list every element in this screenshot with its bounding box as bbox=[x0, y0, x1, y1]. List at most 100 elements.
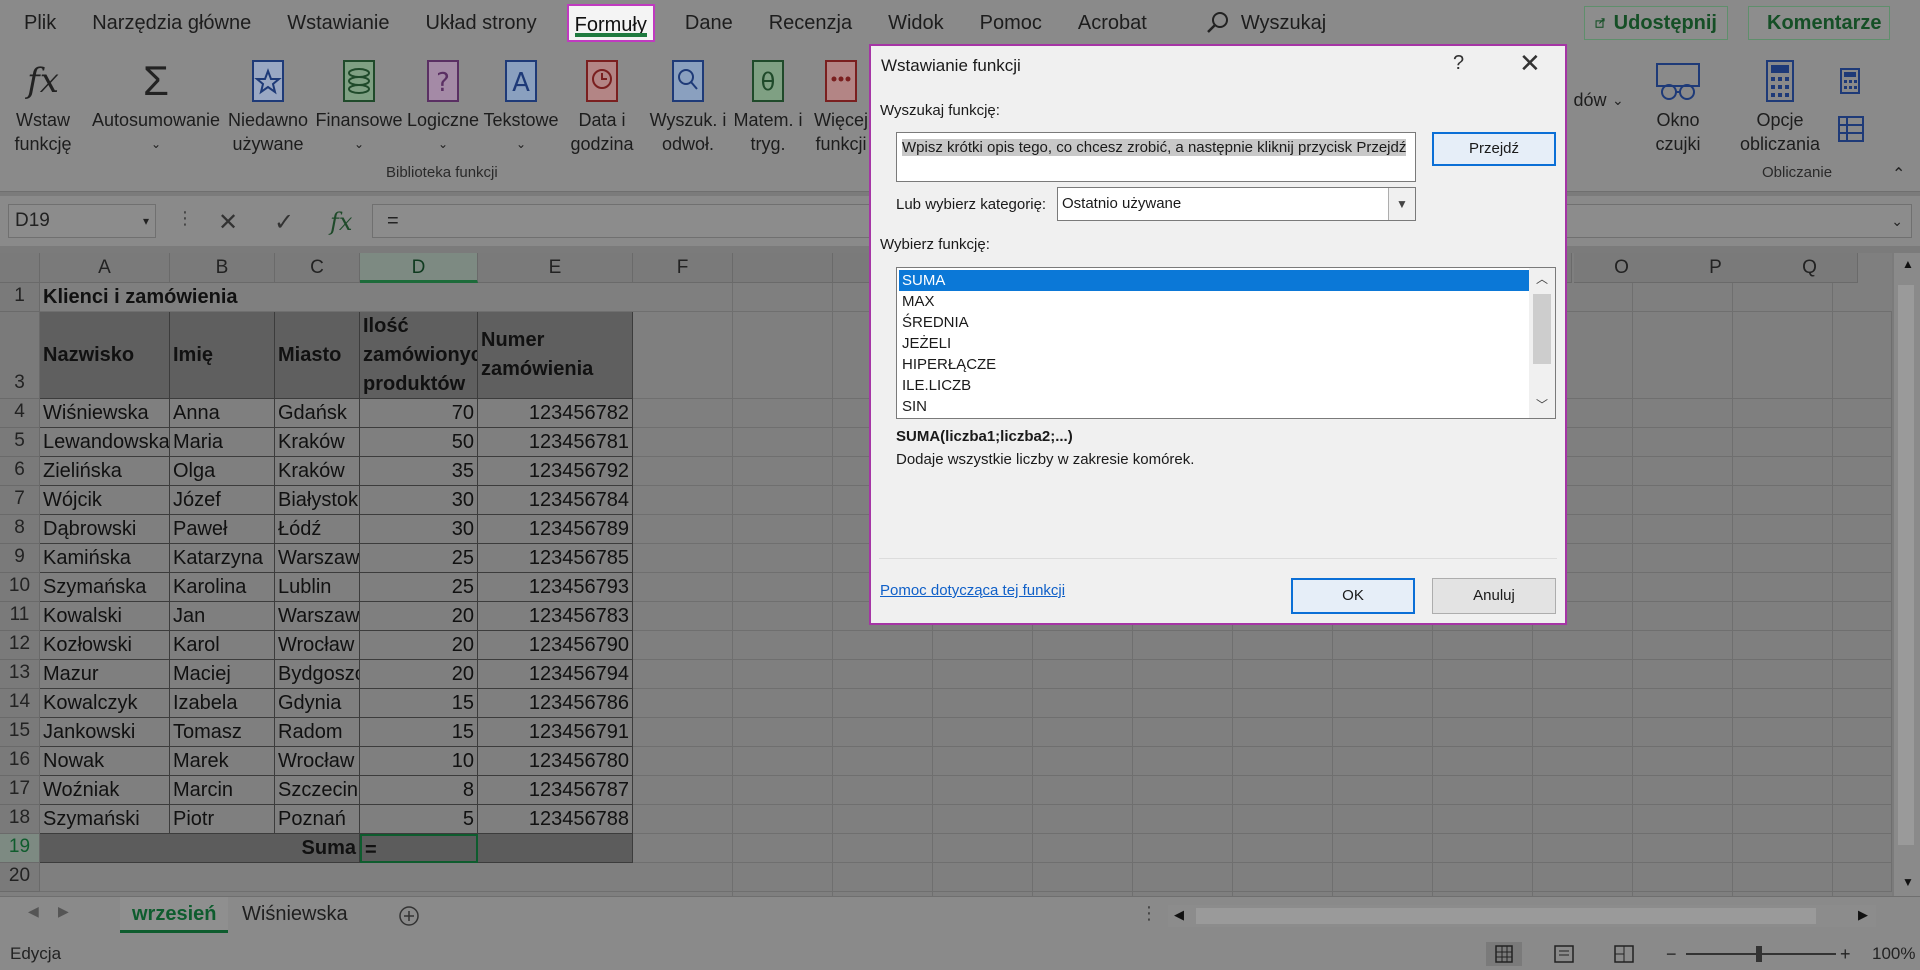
row-header[interactable]: 11 bbox=[0, 602, 40, 631]
lookup-button[interactable]: Wyszuk. i odwoł. bbox=[648, 54, 728, 156]
row-header[interactable]: 12 bbox=[0, 631, 40, 660]
share-button[interactable]: Udostępnij bbox=[1584, 6, 1728, 40]
table-cell[interactable]: 123456794 bbox=[478, 660, 633, 689]
column-header-e[interactable]: E bbox=[478, 253, 633, 283]
function-item-sin[interactable]: SIN bbox=[899, 396, 1529, 417]
name-box[interactable]: D19 ▾ bbox=[8, 204, 156, 238]
table-cell[interactable]: Karol bbox=[170, 631, 275, 660]
enter-entry-icon[interactable]: ✓ bbox=[274, 208, 294, 237]
table-cell[interactable]: Bydgoszcz bbox=[275, 660, 360, 689]
table-cell[interactable]: Warszawa bbox=[275, 602, 360, 631]
cancel-button[interactable]: Anuluj bbox=[1432, 578, 1556, 614]
table-header-cell[interactable]: Ilość zamówionych produktów bbox=[360, 312, 478, 399]
table-cell[interactable]: Piotr bbox=[170, 805, 275, 834]
cancel-entry-icon[interactable]: ✕ bbox=[218, 208, 238, 237]
zoom-level[interactable]: 100% bbox=[1872, 938, 1915, 970]
row-header[interactable]: 17 bbox=[0, 776, 40, 805]
sum-empty-cell[interactable] bbox=[478, 834, 633, 863]
table-cell[interactable]: 30 bbox=[360, 486, 478, 515]
table-cell[interactable]: 123456782 bbox=[478, 399, 633, 428]
sheet-tab-wisniewska[interactable]: Wiśniewska bbox=[230, 897, 360, 933]
watch-window-button[interactable]: Okno czujki bbox=[1650, 54, 1706, 156]
sum-label-cell[interactable]: Suma bbox=[40, 834, 360, 863]
help-icon[interactable]: ? bbox=[1453, 52, 1464, 75]
sheet-tab-wrzesien[interactable]: wrzesień bbox=[120, 897, 229, 933]
table-cell[interactable]: Łódź bbox=[275, 515, 360, 544]
table-cell[interactable]: Warszawa bbox=[275, 544, 360, 573]
menu-formuly[interactable]: Formuły bbox=[566, 4, 655, 42]
tab-next-icon[interactable]: ▶ bbox=[58, 903, 69, 920]
table-cell[interactable]: Maria bbox=[170, 428, 275, 457]
row-header[interactable]: 10 bbox=[0, 573, 40, 602]
row-header[interactable]: 14 bbox=[0, 689, 40, 718]
table-cell[interactable]: Lublin bbox=[275, 573, 360, 602]
comments-button[interactable]: Komentarze bbox=[1748, 6, 1890, 40]
table-cell[interactable]: Mazur bbox=[40, 660, 170, 689]
row-header[interactable]: 9 bbox=[0, 544, 40, 573]
scroll-up-icon[interactable]: ▲ bbox=[1902, 257, 1914, 271]
table-cell[interactable]: Szymańska bbox=[40, 573, 170, 602]
table-cell[interactable]: Nowak bbox=[40, 747, 170, 776]
table-cell[interactable]: 15 bbox=[360, 689, 478, 718]
empty-cell[interactable] bbox=[633, 834, 1892, 863]
table-cell[interactable]: Poznań bbox=[275, 805, 360, 834]
table-cell[interactable]: 123456789 bbox=[478, 515, 633, 544]
go-button[interactable]: Przejdź bbox=[1432, 132, 1556, 166]
row-header[interactable]: 15 bbox=[0, 718, 40, 747]
chevron-up-icon[interactable]: ︿ bbox=[1536, 270, 1548, 287]
table-cell[interactable]: Kraków bbox=[275, 457, 360, 486]
empty-cell[interactable] bbox=[40, 863, 1892, 892]
math-button[interactable]: θ Matem. i tryg. bbox=[730, 54, 806, 156]
table-cell[interactable]: Karolina bbox=[170, 573, 275, 602]
table-cell[interactable]: 10 bbox=[360, 747, 478, 776]
table-cell[interactable]: 123456781 bbox=[478, 428, 633, 457]
row-header[interactable]: 16 bbox=[0, 747, 40, 776]
table-cell[interactable]: Maciej bbox=[170, 660, 275, 689]
menu-acrobat[interactable]: Acrobat bbox=[1060, 4, 1165, 42]
horizontal-scroll-thumb[interactable] bbox=[1196, 908, 1816, 924]
table-cell[interactable]: 25 bbox=[360, 544, 478, 573]
table-cell[interactable]: Paweł bbox=[170, 515, 275, 544]
table-cell[interactable]: Anna bbox=[170, 399, 275, 428]
column-header-b[interactable]: B bbox=[170, 253, 275, 283]
chevron-down-icon[interactable]: ▼ bbox=[1388, 188, 1415, 220]
horizontal-scrollbar[interactable]: ◀ ▶ bbox=[1168, 905, 1876, 927]
column-header-p[interactable]: P bbox=[1668, 253, 1764, 283]
row-header[interactable]: 13 bbox=[0, 660, 40, 689]
column-header-q[interactable]: Q bbox=[1762, 253, 1858, 283]
row-header[interactable]: 8 bbox=[0, 515, 40, 544]
row-header[interactable]: 3 bbox=[0, 312, 40, 399]
collapse-ribbon-icon[interactable]: ⌃ bbox=[1892, 164, 1905, 184]
table-cell[interactable]: 20 bbox=[360, 660, 478, 689]
function-help-link[interactable]: Pomoc dotycząca tej funkcji bbox=[880, 582, 1065, 599]
empty-cell[interactable] bbox=[633, 747, 1892, 776]
table-cell[interactable]: Wiśniewska bbox=[40, 399, 170, 428]
table-cell[interactable]: Dąbrowski bbox=[40, 515, 170, 544]
text-button[interactable]: A Tekstowe ⌄ bbox=[482, 54, 560, 156]
chevron-down-icon[interactable]: ﹀ bbox=[1536, 396, 1548, 413]
table-cell[interactable]: 20 bbox=[360, 631, 478, 660]
zoom-in-icon[interactable]: + bbox=[1840, 938, 1851, 970]
calc-options-button[interactable]: Opcje obliczania bbox=[1728, 54, 1832, 156]
empty-cell[interactable] bbox=[633, 689, 1892, 718]
menu-narzedzia-glowne[interactable]: Narzędzia główne bbox=[74, 4, 269, 42]
table-cell[interactable]: Kowalski bbox=[40, 602, 170, 631]
column-header-d[interactable]: D bbox=[360, 253, 478, 283]
logical-button[interactable]: ? Logiczne ⌄ bbox=[404, 54, 482, 156]
column-header-o[interactable]: O bbox=[1574, 253, 1670, 283]
table-cell[interactable]: Szymański bbox=[40, 805, 170, 834]
function-item-srednia[interactable]: ŚREDNIA bbox=[899, 312, 1529, 333]
table-cell[interactable]: 123456792 bbox=[478, 457, 633, 486]
row-header[interactable]: 4 bbox=[0, 399, 40, 428]
table-cell[interactable]: 15 bbox=[360, 718, 478, 747]
table-cell[interactable]: 5 bbox=[360, 805, 478, 834]
table-cell[interactable]: 30 bbox=[360, 515, 478, 544]
empty-cell[interactable] bbox=[633, 805, 1892, 834]
menu-dane[interactable]: Dane bbox=[667, 4, 751, 42]
table-cell[interactable]: Kozłowski bbox=[40, 631, 170, 660]
table-cell[interactable]: Woźniak bbox=[40, 776, 170, 805]
vertical-scrollbar[interactable]: ▲ ▼ bbox=[1894, 253, 1920, 896]
table-cell[interactable]: 123456788 bbox=[478, 805, 633, 834]
function-item-hiperlacze[interactable]: HIPERŁĄCZE bbox=[899, 354, 1529, 375]
table-cell[interactable]: 25 bbox=[360, 573, 478, 602]
